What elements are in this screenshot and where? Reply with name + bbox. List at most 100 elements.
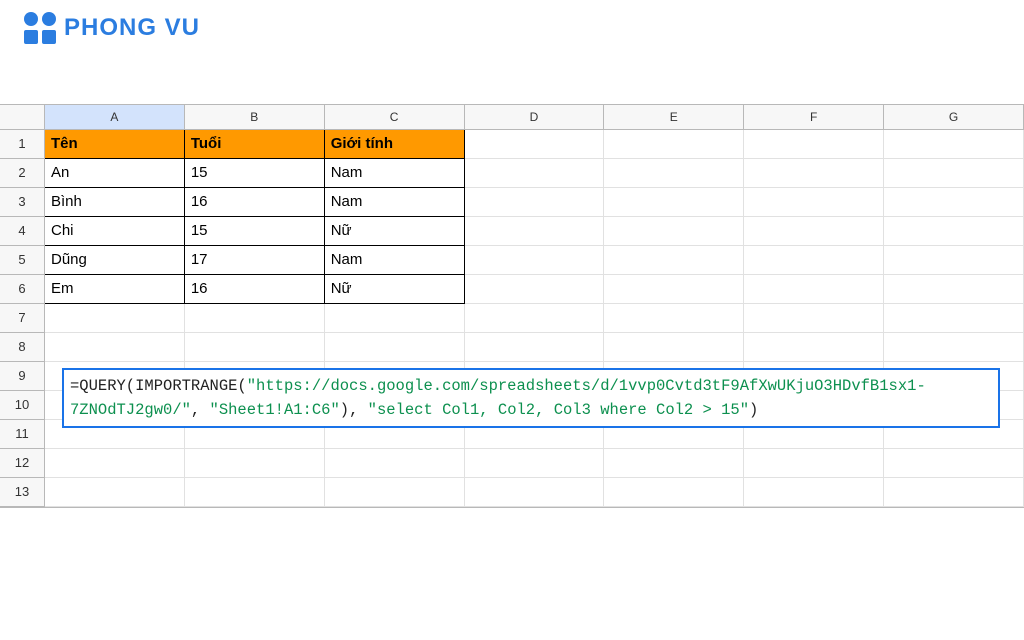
cell-g6[interactable]	[884, 274, 1024, 303]
cell-f5[interactable]	[744, 245, 884, 274]
cell-e5[interactable]	[604, 245, 744, 274]
cell-b4[interactable]: 15	[184, 216, 324, 245]
cell-c13[interactable]	[324, 477, 464, 506]
cell-g12[interactable]	[884, 448, 1024, 477]
formula-part-sep1: ,	[191, 401, 210, 419]
cell-f13[interactable]	[744, 477, 884, 506]
cell-d13[interactable]	[464, 477, 604, 506]
row-header-11[interactable]: 11	[0, 419, 45, 448]
cell-d5[interactable]	[464, 245, 604, 274]
row-header-4[interactable]: 4	[0, 216, 45, 245]
cell-e13[interactable]	[604, 477, 744, 506]
col-header-f[interactable]: F	[744, 105, 884, 129]
cell-f6[interactable]	[744, 274, 884, 303]
col-header-e[interactable]: E	[604, 105, 744, 129]
cell-e7[interactable]	[604, 303, 744, 332]
cell-f1[interactable]	[744, 129, 884, 158]
spreadsheet[interactable]: A B C D E F G 1 Tên Tuổi Giới tính 2 An …	[0, 104, 1024, 508]
cell-b7[interactable]	[184, 303, 324, 332]
cell-c8[interactable]	[324, 332, 464, 361]
cell-e4[interactable]	[604, 216, 744, 245]
cell-c1[interactable]: Giới tính	[324, 129, 464, 158]
cell-e2[interactable]	[604, 158, 744, 187]
cell-d7[interactable]	[464, 303, 604, 332]
cell-a7[interactable]	[45, 303, 185, 332]
cell-g2[interactable]	[884, 158, 1024, 187]
col-header-a[interactable]: A	[45, 105, 185, 129]
cell-b13[interactable]	[184, 477, 324, 506]
cell-g1[interactable]	[884, 129, 1024, 158]
cell-f12[interactable]	[744, 448, 884, 477]
logo-icon	[24, 12, 56, 44]
cell-c6[interactable]: Nữ	[324, 274, 464, 303]
formula-editor[interactable]: =QUERY(IMPORTRANGE("https://docs.google.…	[62, 368, 1000, 428]
row-header-10[interactable]: 10	[0, 390, 45, 419]
cell-c5[interactable]: Nam	[324, 245, 464, 274]
cell-b2[interactable]: 15	[184, 158, 324, 187]
cell-d4[interactable]	[464, 216, 604, 245]
cell-f7[interactable]	[744, 303, 884, 332]
row-header-1[interactable]: 1	[0, 129, 45, 158]
row-header-2[interactable]: 2	[0, 158, 45, 187]
cell-f4[interactable]	[744, 216, 884, 245]
cell-b5[interactable]: 17	[184, 245, 324, 274]
cell-e1[interactable]	[604, 129, 744, 158]
cell-e6[interactable]	[604, 274, 744, 303]
cell-b12[interactable]	[184, 448, 324, 477]
cell-a3[interactable]: Bình	[45, 187, 185, 216]
cell-e8[interactable]	[604, 332, 744, 361]
cell-d6[interactable]	[464, 274, 604, 303]
cell-d3[interactable]	[464, 187, 604, 216]
cell-b1[interactable]: Tuổi	[184, 129, 324, 158]
cell-a5[interactable]: Dũng	[45, 245, 185, 274]
cell-g8[interactable]	[884, 332, 1024, 361]
row-header-5[interactable]: 5	[0, 245, 45, 274]
cell-a13[interactable]	[45, 477, 185, 506]
cell-f8[interactable]	[744, 332, 884, 361]
cell-b8[interactable]	[184, 332, 324, 361]
cell-a2[interactable]: An	[45, 158, 185, 187]
sheet-grid[interactable]: A B C D E F G 1 Tên Tuổi Giới tính 2 An …	[0, 105, 1024, 507]
cell-c2[interactable]: Nam	[324, 158, 464, 187]
cell-f3[interactable]	[744, 187, 884, 216]
row-header-9[interactable]: 9	[0, 361, 45, 390]
brand-name: PHONG VU	[64, 14, 200, 42]
cell-d12[interactable]	[464, 448, 604, 477]
cell-c4[interactable]: Nữ	[324, 216, 464, 245]
cell-b3[interactable]: 16	[184, 187, 324, 216]
cell-a12[interactable]	[45, 448, 185, 477]
row-header-12[interactable]: 12	[0, 448, 45, 477]
cell-e12[interactable]	[604, 448, 744, 477]
brand-header: PHONG VU	[0, 0, 1024, 56]
row-header-7[interactable]: 7	[0, 303, 45, 332]
formula-part-query: =QUERY(IMPORTRANGE(	[70, 377, 247, 395]
cell-g13[interactable]	[884, 477, 1024, 506]
row-header-6[interactable]: 6	[0, 274, 45, 303]
cell-d8[interactable]	[464, 332, 604, 361]
cell-g4[interactable]	[884, 216, 1024, 245]
cell-a6[interactable]: Em	[45, 274, 185, 303]
row-header-8[interactable]: 8	[0, 332, 45, 361]
cell-g5[interactable]	[884, 245, 1024, 274]
cell-f2[interactable]	[744, 158, 884, 187]
formula-part-close: )	[749, 401, 758, 419]
cell-c12[interactable]	[324, 448, 464, 477]
cell-b6[interactable]: 16	[184, 274, 324, 303]
col-header-b[interactable]: B	[184, 105, 324, 129]
cell-g3[interactable]	[884, 187, 1024, 216]
select-all-corner[interactable]	[0, 105, 45, 129]
row-header-13[interactable]: 13	[0, 477, 45, 506]
cell-e3[interactable]	[604, 187, 744, 216]
cell-d1[interactable]	[464, 129, 604, 158]
cell-a8[interactable]	[45, 332, 185, 361]
cell-c7[interactable]	[324, 303, 464, 332]
row-header-3[interactable]: 3	[0, 187, 45, 216]
col-header-d[interactable]: D	[464, 105, 604, 129]
cell-d2[interactable]	[464, 158, 604, 187]
cell-c3[interactable]: Nam	[324, 187, 464, 216]
cell-a1[interactable]: Tên	[45, 129, 185, 158]
cell-a4[interactable]: Chi	[45, 216, 185, 245]
col-header-c[interactable]: C	[324, 105, 464, 129]
col-header-g[interactable]: G	[884, 105, 1024, 129]
cell-g7[interactable]	[884, 303, 1024, 332]
